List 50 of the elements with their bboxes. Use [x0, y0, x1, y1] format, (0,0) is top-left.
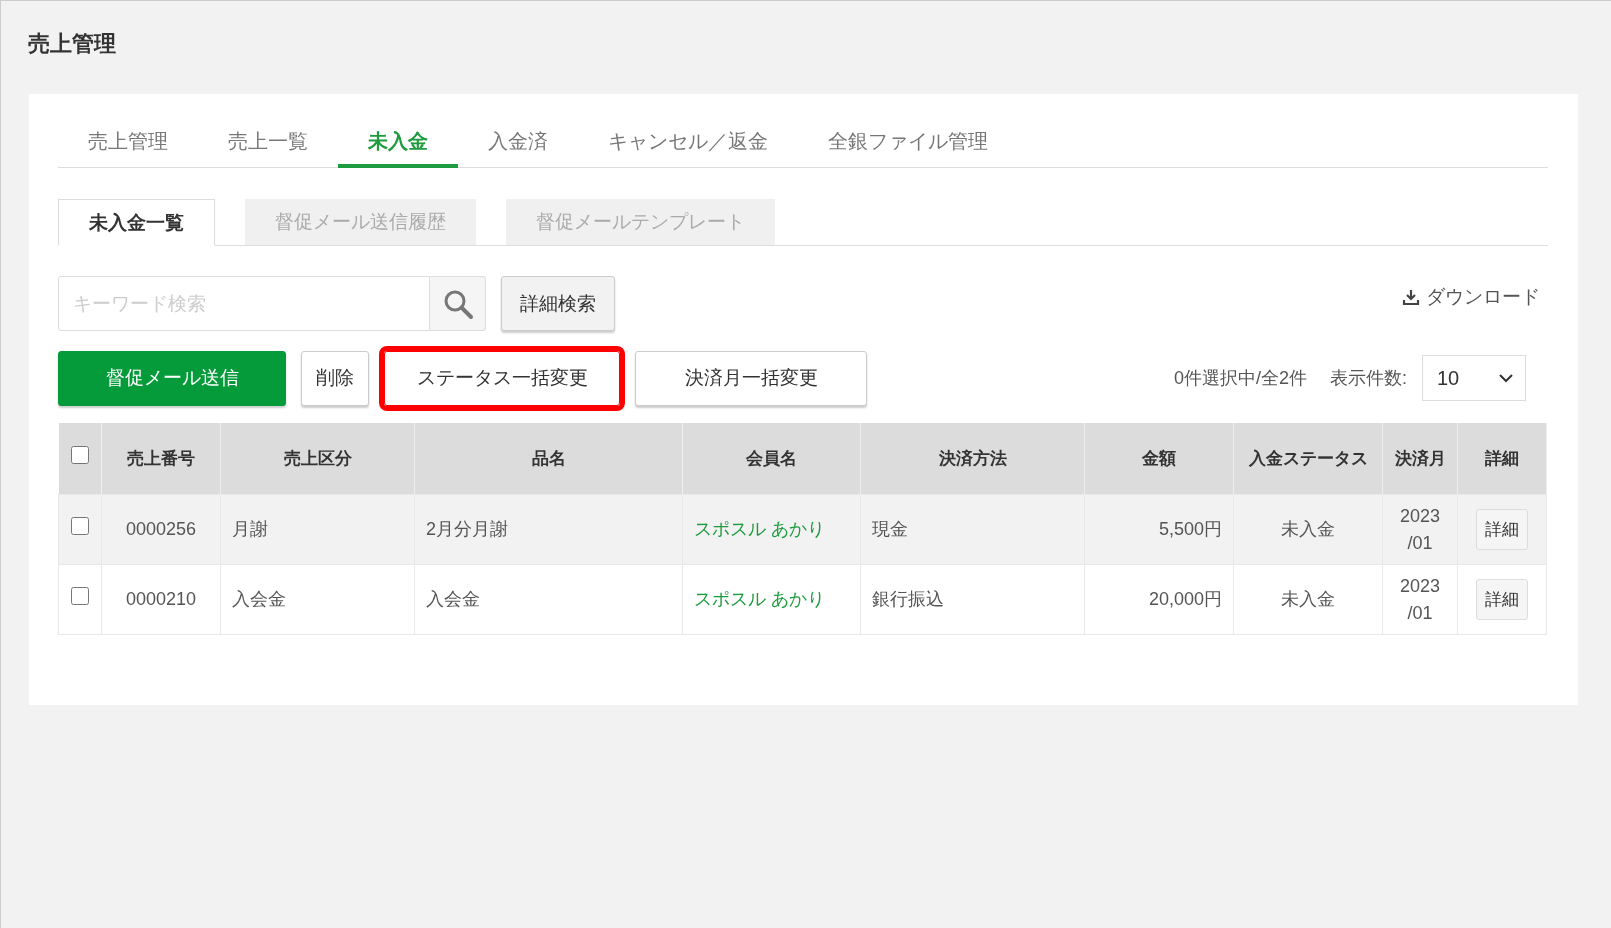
column-header: 詳細: [1457, 423, 1547, 495]
download-icon: [1402, 288, 1420, 306]
member-link[interactable]: スポスル あかり: [682, 564, 861, 635]
tab[interactable]: 売上一覧: [198, 114, 338, 168]
page-title: 売上管理: [27, 30, 117, 58]
column-header: 決済方法: [860, 423, 1085, 495]
table-cell: 現金: [860, 494, 1085, 565]
table-cell: 5,500円: [1084, 494, 1234, 565]
page-size-label: 表示件数:: [1330, 367, 1407, 390]
sub-tab[interactable]: 未入金一覧: [58, 199, 215, 246]
table-cell: 0000210: [101, 564, 221, 635]
table-cell: 入会金: [414, 564, 683, 635]
detail-button[interactable]: 詳細: [1476, 509, 1528, 550]
column-header: 品名: [414, 423, 683, 495]
select-all-checkbox[interactable]: [70, 446, 89, 464]
tab[interactable]: 未入金: [338, 114, 458, 168]
detail-button[interactable]: 詳細: [1476, 579, 1528, 620]
column-header: 会員名: [682, 423, 861, 495]
table-cell: 2023 /01: [1382, 494, 1458, 565]
row-checkbox[interactable]: [71, 517, 89, 535]
tab[interactable]: 売上管理: [58, 114, 198, 168]
chevron-icon: [1499, 373, 1513, 383]
column-header: 売上番号: [101, 423, 221, 495]
table-cell: 入会金: [220, 564, 415, 635]
search-button[interactable]: [430, 276, 486, 331]
member-link[interactable]: スポスル あかり: [682, 494, 861, 565]
column-header: 金額: [1084, 423, 1234, 495]
action-button[interactable]: 決済月一括変更: [635, 350, 867, 406]
row-checkbox[interactable]: [71, 587, 89, 605]
column-header: 入金ステータス: [1233, 423, 1383, 495]
tab[interactable]: 全銀ファイル管理: [798, 114, 1018, 168]
table-cell: 未入金: [1233, 494, 1383, 565]
download-label: ダウンロード: [1426, 285, 1540, 309]
download-link[interactable]: ダウンロード: [1402, 284, 1540, 310]
table-cell: 2023 /01: [1382, 564, 1458, 635]
tab[interactable]: キャンセル／返金: [578, 114, 798, 168]
table-cell: 0000256: [101, 494, 221, 565]
action-button[interactable]: 督促メール送信: [58, 350, 286, 406]
advanced-search-button[interactable]: 詳細検索: [501, 276, 615, 331]
table-cell: 未入金: [1233, 564, 1383, 635]
column-header: 売上区分: [220, 423, 415, 495]
table-cell: 月謝: [220, 494, 415, 565]
action-button[interactable]: 削除: [301, 350, 369, 406]
selection-count: 0件選択中/全2件: [1173, 367, 1307, 390]
column-header: 決済月: [1382, 423, 1458, 495]
table-cell: 銀行振込: [860, 564, 1085, 635]
page-size-select[interactable]: 10: [1422, 355, 1526, 401]
table-cell: 2月分月謝: [414, 494, 683, 565]
table-cell: 20,000円: [1084, 564, 1234, 635]
tab[interactable]: 入金済: [458, 114, 578, 168]
